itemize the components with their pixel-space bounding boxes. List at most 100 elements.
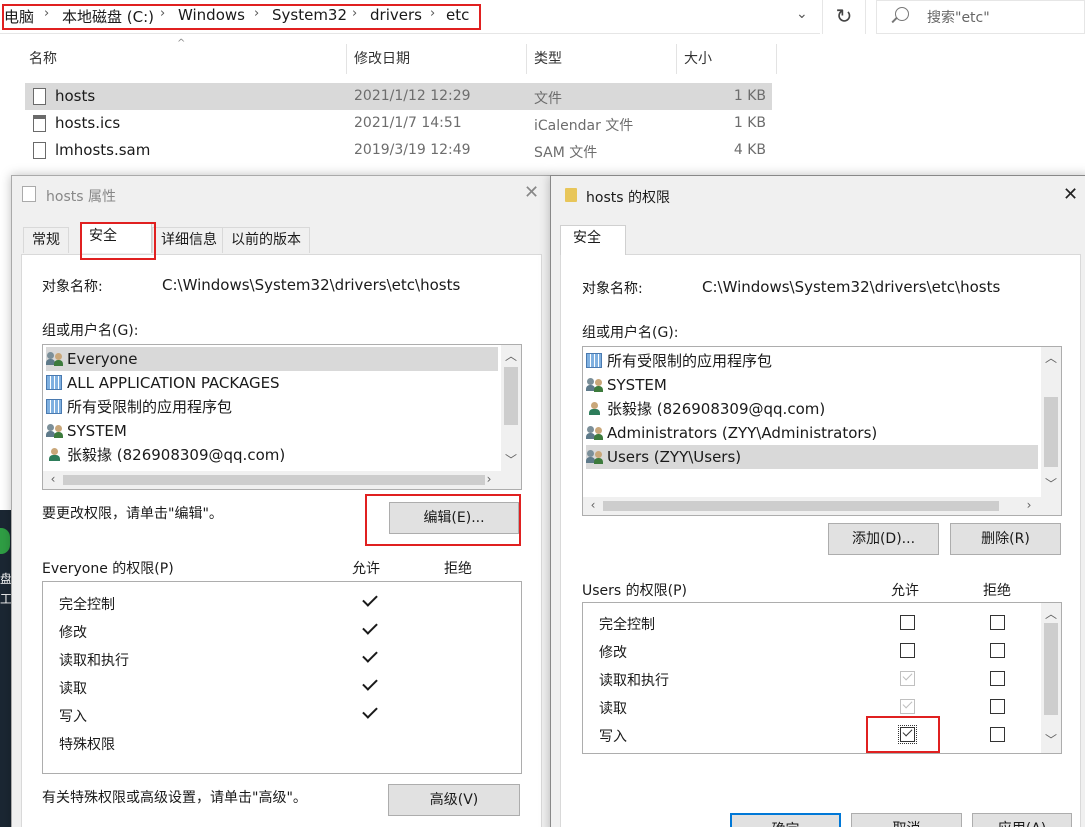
properties-dialog: hosts 属性 ✕ 常规 安全 详细信息 以前的版本 对象名称: C:\Win… — [11, 175, 551, 827]
scrollbar-thumb[interactable] — [1044, 623, 1058, 715]
column-header-date[interactable]: 修改日期 — [354, 44, 410, 74]
check-icon — [902, 698, 913, 709]
list-item[interactable]: 所有受限制的应用程序包 — [46, 395, 232, 419]
list-item-label: Everyone — [67, 350, 138, 368]
deny-checkbox[interactable] — [990, 643, 1005, 658]
allow-checkbox[interactable] — [900, 643, 915, 658]
check-icon — [362, 703, 378, 719]
scroll-down-icon[interactable]: ﹀ — [1043, 475, 1059, 492]
list-item[interactable]: 张毅掾 (826908309@qq.com) — [586, 397, 825, 421]
package-icon — [46, 399, 62, 414]
search-placeholder: 搜索"etc" — [927, 10, 990, 26]
column-divider[interactable] — [676, 44, 677, 74]
allow-checkbox[interactable] — [900, 670, 915, 686]
scroll-up-icon[interactable]: ︿ — [503, 347, 519, 364]
file-name: lmhosts.sam — [55, 141, 151, 159]
column-divider[interactable] — [776, 44, 777, 74]
file-size: 1 KB — [733, 115, 766, 131]
scroll-down-icon[interactable]: ﹀ — [1043, 731, 1059, 748]
permission-name: 完全控制 — [599, 617, 655, 633]
chevron-down-icon[interactable]: ⌄ — [796, 6, 808, 22]
horizontal-scrollbar[interactable]: ‹ › — [43, 471, 521, 489]
permission-name: 修改 — [59, 625, 87, 641]
apply-button[interactable]: 应用(A) — [972, 813, 1072, 827]
user-icon — [46, 447, 64, 462]
list-item[interactable]: SYSTEM — [586, 373, 667, 397]
file-row[interactable]: lmhosts.sam 2019/3/19 12:49 SAM 文件 4 KB — [25, 137, 772, 164]
users-group-icon — [586, 425, 604, 440]
scroll-down-icon[interactable]: ﹀ — [503, 451, 519, 468]
file-type: 文件 — [534, 91, 562, 107]
file-row[interactable]: hosts 2021/1/12 12:29 文件 1 KB — [25, 83, 772, 110]
column-divider[interactable] — [526, 44, 527, 74]
scroll-left-icon[interactable]: ‹ — [45, 472, 61, 486]
refresh-button[interactable]: ↻ — [822, 0, 866, 34]
dialog-title: hosts 的权限 — [586, 190, 670, 206]
list-item-label: Administrators (ZYY\Administrators) — [607, 424, 878, 442]
vertical-scrollbar[interactable]: ︿ ﹀ — [501, 345, 521, 471]
list-item[interactable]: Users (ZYY\Users) — [586, 445, 1038, 469]
list-item[interactable]: 张毅掾 (826908309@qq.com) — [46, 443, 285, 467]
deny-checkbox[interactable] — [990, 671, 1005, 686]
file-date: 2019/3/19 12:49 — [354, 142, 471, 158]
cancel-button[interactable]: 取消 — [851, 813, 962, 827]
address-bar[interactable]: 电脑 › 本地磁盘 (C:) › Windows › System32 › dr… — [0, 0, 820, 34]
close-icon[interactable]: ✕ — [524, 182, 539, 203]
vertical-scrollbar[interactable]: ︿ ﹀ — [1041, 347, 1061, 497]
deny-checkbox[interactable] — [990, 615, 1005, 630]
user-list[interactable]: 所有受限制的应用程序包 SYSTEM 张毅掾 (826908309@qq.com… — [582, 346, 1062, 516]
scroll-right-icon[interactable]: › — [481, 472, 497, 486]
desktop-app-icon[interactable] — [0, 528, 10, 554]
scrollbar-thumb[interactable] — [504, 367, 518, 425]
allow-checkbox[interactable] — [900, 698, 915, 714]
search-input[interactable]: 搜索"etc" — [876, 0, 1085, 34]
file-row[interactable]: hosts.ics 2021/1/7 14:51 iCalendar 文件 1 … — [25, 110, 772, 137]
ok-button[interactable]: 确定 — [730, 813, 841, 827]
users-group-icon — [46, 351, 64, 366]
check-icon — [902, 670, 913, 681]
scrollbar-thumb[interactable] — [1044, 397, 1058, 467]
tab-security[interactable]: 安全 — [560, 225, 626, 255]
deny-checkbox[interactable] — [990, 727, 1005, 742]
scroll-right-icon[interactable]: › — [1021, 498, 1037, 512]
deny-checkbox[interactable] — [990, 699, 1005, 714]
column-header-name[interactable]: 名称 — [29, 44, 57, 74]
list-item[interactable]: Everyone — [46, 347, 498, 371]
allow-column-header: 允许 — [352, 561, 380, 577]
edit-hint-text: 要更改权限，请单击"编辑"。 — [42, 506, 223, 522]
close-icon[interactable]: ✕ — [1063, 184, 1078, 205]
highlight-box — [866, 716, 940, 753]
column-header-type[interactable]: 类型 — [534, 44, 562, 74]
scroll-up-icon[interactable]: ︿ — [1043, 605, 1059, 622]
permissions-dialog: hosts 的权限 ✕ 安全 对象名称: C:\Windows\System32… — [550, 175, 1085, 827]
allow-column-header: 允许 — [891, 583, 919, 599]
tab-general[interactable]: 常规 — [23, 227, 69, 253]
list-item-label: SYSTEM — [607, 376, 667, 394]
advanced-button[interactable]: 高级(V) — [388, 784, 520, 816]
vertical-scrollbar[interactable]: ︿ ﹀ — [1041, 603, 1061, 753]
list-item[interactable]: 所有受限制的应用程序包 — [586, 349, 772, 373]
list-item[interactable]: ALL APPLICATION PACKAGES — [46, 371, 280, 395]
permission-name: 写入 — [599, 729, 627, 745]
list-item[interactable]: Administrators (ZYY\Administrators) — [586, 421, 877, 445]
list-item-label: Users (ZYY\Users) — [607, 448, 742, 466]
add-button[interactable]: 添加(D)... — [828, 523, 939, 555]
user-list[interactable]: Everyone ALL APPLICATION PACKAGES 所有受限制的… — [42, 344, 522, 490]
column-header-size[interactable]: 大小 — [684, 44, 712, 74]
scrollbar-thumb[interactable] — [603, 501, 999, 511]
permission-name: 修改 — [599, 645, 627, 661]
check-icon — [362, 619, 378, 635]
scrollbar-thumb[interactable] — [63, 475, 485, 485]
permissions-label: Users 的权限(P) — [582, 583, 688, 599]
scroll-up-icon[interactable]: ︿ — [1043, 349, 1059, 366]
list-item[interactable]: SYSTEM — [46, 419, 127, 443]
column-divider[interactable] — [346, 44, 347, 74]
highlight-box — [2, 4, 481, 30]
allow-checkbox[interactable] — [900, 615, 915, 630]
tab-details[interactable]: 详细信息 — [152, 227, 226, 253]
horizontal-scrollbar[interactable]: ‹ › — [583, 497, 1061, 515]
refresh-icon: ↻ — [835, 4, 853, 28]
remove-button[interactable]: 删除(R) — [950, 523, 1061, 555]
scroll-left-icon[interactable]: ‹ — [585, 498, 601, 512]
tab-previous-versions[interactable]: 以前的版本 — [222, 227, 310, 253]
